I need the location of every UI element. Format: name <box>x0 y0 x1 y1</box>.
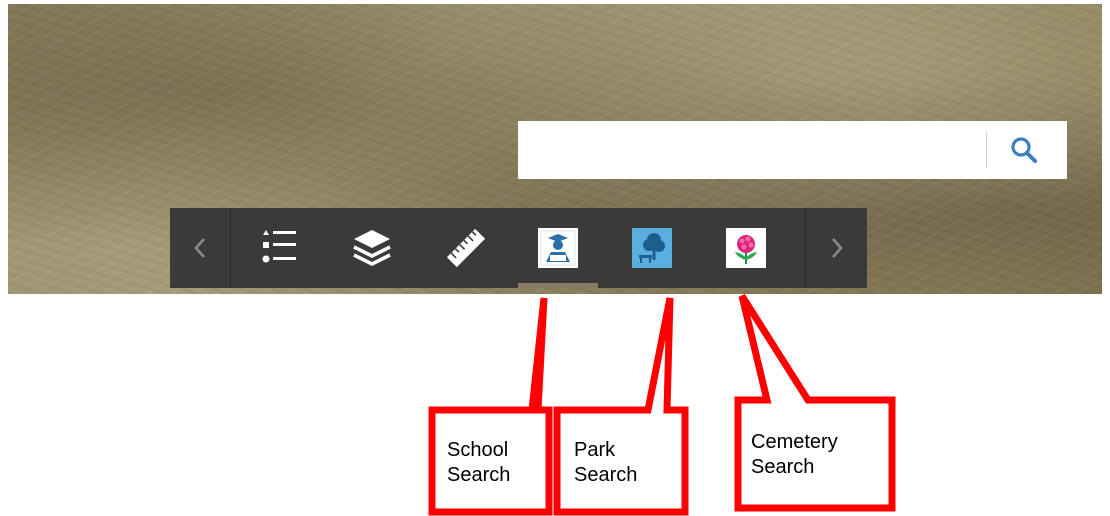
scroll-left-button[interactable] <box>170 208 231 288</box>
search-divider <box>986 131 987 168</box>
scroll-right-button[interactable] <box>805 208 867 288</box>
search-icon <box>1011 137 1037 163</box>
school-callout-line1: School <box>447 439 509 461</box>
legend-button[interactable] <box>252 222 304 274</box>
layers-icon <box>353 230 391 266</box>
park-callout-line1: Park <box>574 439 616 461</box>
park-search-icon <box>632 228 672 268</box>
active-tab-indicator <box>518 283 598 288</box>
school-search-icon <box>538 228 578 268</box>
layers-button[interactable] <box>346 222 398 274</box>
cemetery-callout-label: Cemetery Search <box>751 430 838 480</box>
search-input[interactable] <box>518 121 986 179</box>
chevron-right-icon <box>831 238 843 258</box>
chevron-left-icon <box>194 238 205 258</box>
search-box <box>518 121 1067 179</box>
cemetery-search-button[interactable] <box>720 222 772 274</box>
legend-list-icon <box>262 230 296 263</box>
search-button[interactable] <box>1004 133 1044 167</box>
cemetery-callout-line2: Search <box>751 456 815 478</box>
park-callout-label: Park Search <box>574 438 637 488</box>
park-search-button[interactable] <box>626 222 678 274</box>
school-search-button[interactable] <box>532 222 584 274</box>
ruler-icon <box>446 228 486 268</box>
park-callout-line2: Search <box>574 464 638 486</box>
school-callout-label: School Search <box>447 438 510 488</box>
school-callout-line2: Search <box>447 464 511 486</box>
measure-button[interactable] <box>440 222 492 274</box>
cemetery-search-icon <box>726 228 766 268</box>
toolbar <box>170 208 867 288</box>
cemetery-callout-line1: Cemetery <box>751 431 838 453</box>
